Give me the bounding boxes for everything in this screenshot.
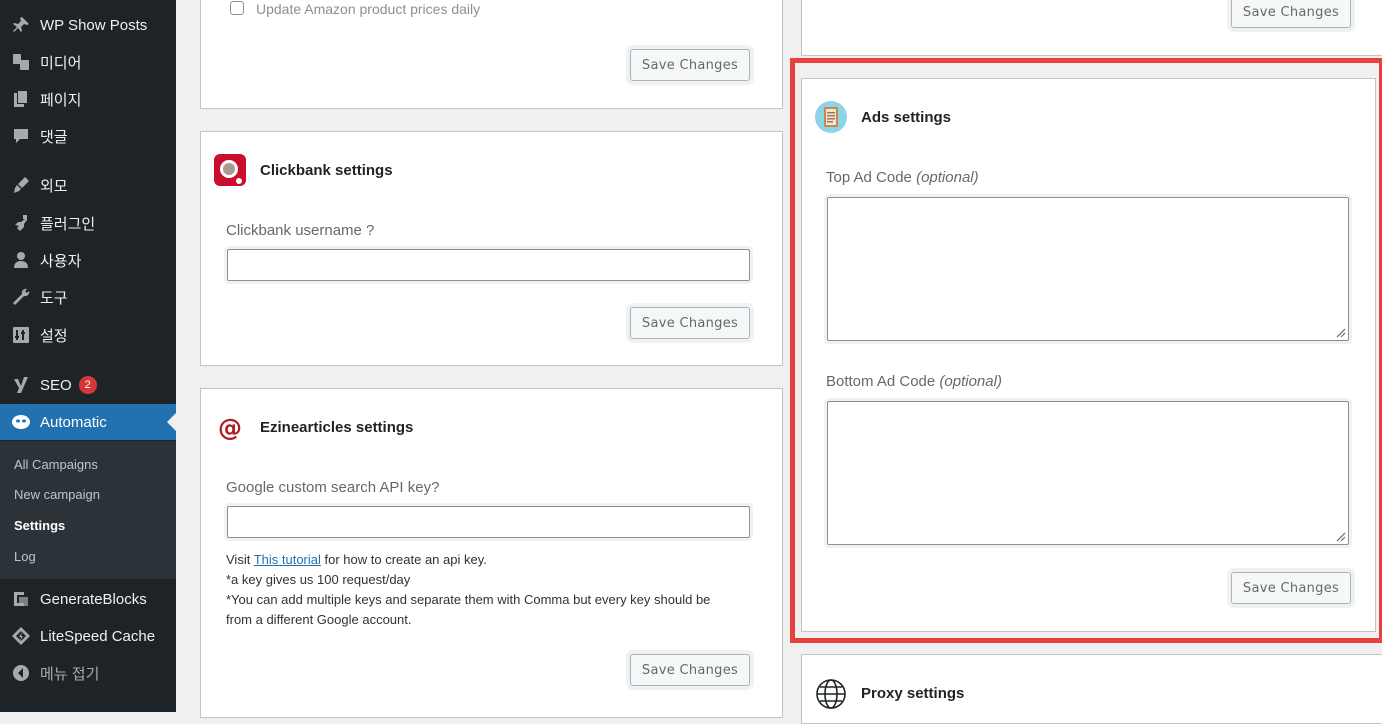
clickbank-settings-panel: Clickbank settings Clickbank username ? … [200, 131, 783, 366]
menu-item-seo[interactable]: SEO 2 [0, 367, 176, 403]
menu-label: 도구 [40, 289, 68, 307]
menu-item-generateblocks[interactable]: GenerateBlocks [0, 581, 176, 617]
menu-label: SEO [40, 376, 72, 394]
menu-item-comments[interactable]: 댓글 [0, 118, 176, 154]
menu-item-tools[interactable]: 도구 [0, 279, 176, 315]
appearance-icon [10, 174, 32, 196]
menu-item-wp-show-posts[interactable]: WP Show Posts [0, 7, 176, 43]
menu-label: 외모 [40, 177, 68, 195]
menu-label: 설정 [40, 327, 68, 345]
users-icon [10, 249, 32, 271]
collapse-menu-button[interactable]: 메뉴 접기 [0, 655, 176, 691]
api-key-input[interactable] [227, 506, 750, 538]
menu-item-automatic[interactable]: Automatic [0, 404, 176, 440]
menu-item-users[interactable]: 사용자 [0, 242, 176, 278]
menu-label: 댓글 [40, 128, 68, 146]
update-prices-label: Update Amazon product prices daily [256, 1, 481, 17]
submenu-log[interactable]: Log [14, 549, 36, 564]
menu-item-settings[interactable]: 설정 [0, 317, 176, 353]
panel-title: Clickbank settings [260, 162, 393, 179]
api-key-help-text: Visit This tutorial for how to create an… [226, 552, 711, 627]
pages-icon [10, 88, 32, 110]
menu-label: LiteSpeed Cache [40, 627, 156, 645]
yoast-icon [10, 374, 32, 396]
api-key-label: Google custom search API key? [226, 479, 440, 496]
save-changes-button[interactable]: Save Changes [1231, 0, 1351, 28]
menu-label: Automatic [40, 413, 107, 431]
menu-item-plugins[interactable]: 플러그인 [0, 205, 176, 241]
save-changes-button[interactable]: Save Changes [630, 654, 750, 686]
menu-item-pages[interactable]: 페이지 [0, 81, 176, 117]
ads-settings-panel: Ads settings Top Ad Code (optional) Bott… [801, 78, 1376, 632]
panel-title: Proxy settings [861, 685, 965, 702]
save-changes-button[interactable]: Save Changes [630, 307, 750, 339]
generateblocks-icon [10, 588, 32, 610]
update-count-badge: 2 [78, 376, 97, 394]
automatic-submenu: All Campaigns New campaign Settings Log [0, 441, 176, 579]
svg-text:@: @ [218, 414, 242, 442]
clickbank-username-label: Clickbank username ? [226, 222, 375, 239]
menu-label: 메뉴 접기 [40, 665, 100, 683]
menu-label: 플러그인 [40, 215, 96, 233]
menu-label: 사용자 [40, 252, 82, 270]
panel-title: Ads settings [861, 109, 952, 126]
panel-title: Ezinearticles settings [260, 419, 414, 436]
ezinearticles-logo-icon: @ [215, 413, 245, 443]
amazon-settings-panel: Update Amazon product prices daily Save … [200, 0, 783, 109]
menu-label: 페이지 [40, 91, 82, 109]
menu-item-litespeed-cache[interactable]: LiteSpeed Cache [0, 618, 176, 654]
resize-handle-icon[interactable] [1334, 326, 1346, 338]
admin-sidebar: WP Show Posts 미디어 페이지 댓글 외모 플러그인 사용자 도구 … [0, 0, 176, 712]
automatic-icon [10, 411, 32, 433]
update-prices-checkbox[interactable] [230, 1, 244, 15]
clickbank-username-input[interactable] [227, 249, 750, 281]
submenu-new-campaign[interactable]: New campaign [14, 487, 100, 502]
pin-icon [10, 14, 32, 36]
top-ad-code-textarea[interactable] [827, 197, 1349, 341]
save-changes-button[interactable]: Save Changes [630, 49, 750, 81]
media-icon [10, 51, 32, 73]
tools-icon [10, 286, 32, 308]
top-ad-code-label: Top Ad Code (optional) [826, 169, 979, 186]
menu-label: 미디어 [40, 54, 82, 72]
globe-icon [816, 679, 846, 709]
submenu-all-campaigns[interactable]: All Campaigns [14, 457, 98, 472]
resize-handle-icon[interactable] [1334, 530, 1346, 542]
bottom-ad-code-label: Bottom Ad Code (optional) [826, 373, 1002, 390]
comments-icon [10, 125, 32, 147]
previous-settings-panel: Save Changes [801, 0, 1382, 56]
proxy-settings-panel: Proxy settings [801, 654, 1382, 724]
settings-icon [10, 324, 32, 346]
menu-label: WP Show Posts [40, 16, 148, 34]
menu-label: GenerateBlocks [40, 590, 147, 608]
plugins-icon [10, 212, 32, 234]
menu-item-appearance[interactable]: 외모 [0, 167, 176, 203]
save-changes-button[interactable]: Save Changes [1231, 572, 1351, 604]
ezinearticles-settings-panel: @ Ezinearticles settings Google custom s… [200, 388, 783, 718]
tutorial-link[interactable]: This tutorial [254, 552, 321, 567]
menu-item-media[interactable]: 미디어 [0, 44, 176, 80]
submenu-settings[interactable]: Settings [14, 518, 65, 533]
clickbank-logo-icon [214, 154, 246, 186]
collapse-icon [10, 662, 32, 684]
bottom-ad-code-textarea[interactable] [827, 401, 1349, 545]
litespeed-icon [10, 625, 32, 647]
ads-logo-icon [815, 101, 847, 133]
